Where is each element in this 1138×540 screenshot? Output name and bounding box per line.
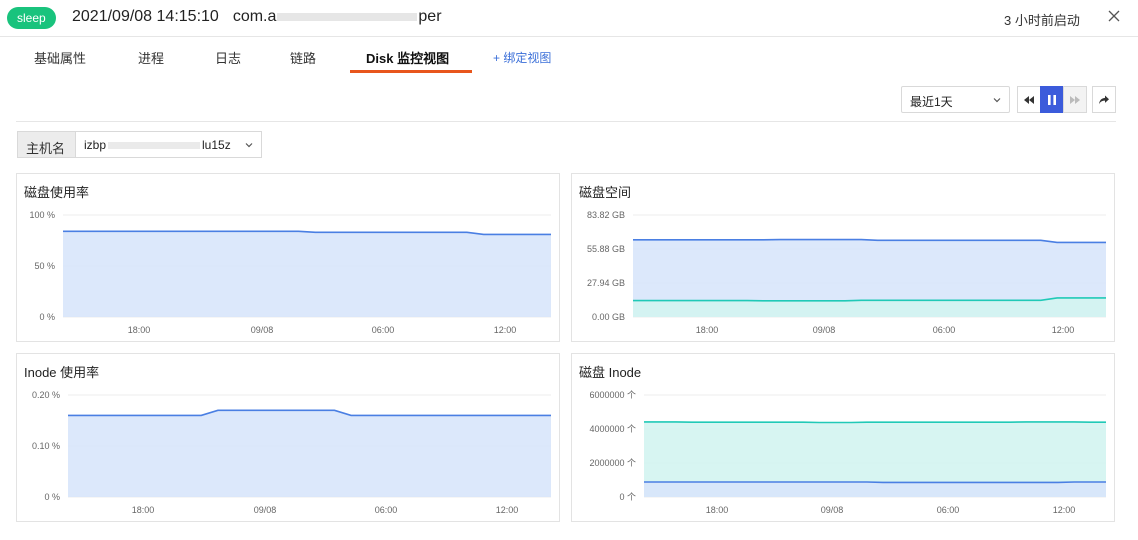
tab-disk-monitor[interactable]: Disk 监控视图 [366,48,449,67]
started-time: 3 小时前启动 [1004,13,1080,28]
x-tick-label: 18:00 [696,325,719,335]
bind-view-button[interactable]: + 绑定视图 [493,49,551,66]
x-tick-label: 06:00 [933,325,956,335]
host-value-prefix: izbp [84,138,107,152]
rewind-icon [1024,95,1034,104]
x-tick-label: 18:00 [128,325,151,335]
fast-forward-icon [1070,95,1080,104]
y-tick-label: 4000000 个 [589,424,636,434]
panel-disk-space: 磁盘空间 83.82 GB 55.88 GB 27.94 GB 0.00 GB 18:0… [571,173,1115,342]
pause-icon [1048,94,1056,105]
y-tick-label: 0.10 % [32,441,60,451]
y-tick-label: 0 % [44,492,60,502]
tab-process[interactable]: 进程 [138,48,164,67]
y-tick-label: 27.94 GB [587,278,625,288]
forward-button[interactable] [1063,86,1087,113]
tab-logs[interactable]: 日志 [215,48,241,67]
tab-trace[interactable]: 链路 [290,48,316,67]
x-tick-label: 09/08 [251,325,274,335]
y-tick-label: 0.00 GB [592,312,625,322]
x-tick-label: 18:00 [706,505,729,515]
series-line [644,421,1106,424]
y-tick-label: 55.88 GB [587,244,625,254]
chevron-down-icon [993,98,1001,103]
masked-text [108,142,201,150]
close-icon[interactable] [1105,7,1123,25]
active-tab-indicator [350,70,472,73]
chart-disk-inode: 6000000 个 4000000 个 2000000 个 0 个 18:00 09/08… [589,390,1106,515]
series-area [644,482,1106,497]
app-name-suffix: per [418,8,442,25]
x-tick-label: 06:00 [372,325,395,335]
y-tick-label: 83.82 GB [587,210,625,220]
y-tick-label: 2000000 个 [589,458,636,468]
x-tick-label: 06:00 [937,505,960,515]
pause-button[interactable] [1040,86,1064,113]
chart-disk-space: 83.82 GB 55.88 GB 27.94 GB 0.00 GB 18:00 09/0… [587,210,1106,335]
host-select[interactable]: izbp lu15z [75,131,262,158]
time-range-value: 最近1天 [910,95,953,109]
chevron-down-icon [245,143,253,148]
rewind-button[interactable] [1017,86,1041,113]
time-range-select[interactable]: 最近1天 [901,86,1010,113]
toolbar-divider [16,121,1116,122]
chart-disk-usage: 100 % 50 % 0 % 18:00 09/08 06:00 12:00 [29,210,551,335]
x-tick-label: 09/08 [813,325,836,335]
y-tick-label: 100 % [29,210,55,220]
top-bar: sleep 2021/09/08 14:15:10 com.a per 3 小时前启… [0,0,1138,37]
x-tick-label: 18:00 [132,505,155,515]
x-tick-label: 09/08 [254,505,277,515]
page-title: 2021/09/08 14:15:10 com.a per [72,8,442,26]
chart-inode-usage: 0.20 % 0.10 % 0 % 18:00 09/08 06:00 12:00 [32,390,551,515]
series-area [68,410,551,497]
y-tick-label: 50 % [34,261,55,271]
status-badge: sleep [7,7,56,29]
share-icon [1099,95,1109,104]
series-area [63,231,551,317]
x-tick-label: 12:00 [494,325,517,335]
tab-basic-properties[interactable]: 基础属性 [34,48,86,67]
masked-text [277,12,418,21]
x-tick-label: 12:00 [1052,325,1075,335]
tab-bar: 基础属性 进程 日志 链路 Disk 监控视图 + 绑定视图 [0,37,1138,73]
host-value-suffix: lu15z [202,138,231,152]
x-tick-label: 12:00 [1053,505,1076,515]
panel-inode-usage: Inode 使用率 0.20 % 0.10 % 0 % 18:00 09/08 06:00… [16,353,560,522]
y-tick-label: 0 % [39,312,55,322]
panel-disk-usage: 磁盘使用率 100 % 50 % 0 % 18:00 09/08 06:00 12:00 [16,173,560,342]
host-label: 主机名 [17,131,76,158]
y-tick-label: 6000000 个 [589,390,636,400]
app-name-prefix: com.a [232,8,277,25]
x-tick-label: 09/08 [821,505,844,515]
share-button[interactable] [1092,86,1116,113]
y-tick-label: 0 个 [619,492,636,502]
x-tick-label: 12:00 [496,505,519,515]
panel-disk-inode: 磁盘 Inode 6000000 个 4000000 个 2000000 个0 个1… [571,353,1115,522]
x-tick-label: 06:00 [375,505,398,515]
timestamp: 2021/09/08 14:15:10 [72,8,219,25]
y-tick-label: 0.20 % [32,390,60,400]
